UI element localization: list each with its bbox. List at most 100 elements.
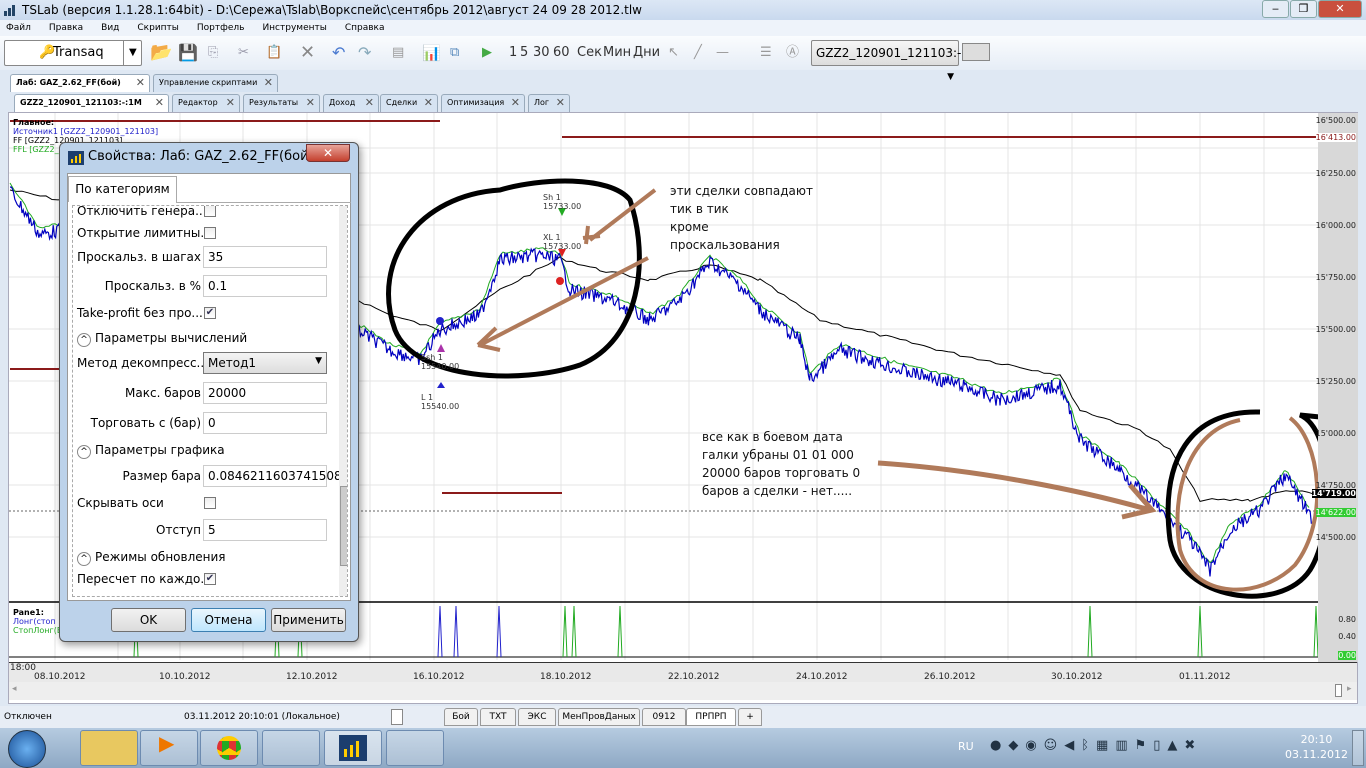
chrome-icon (217, 736, 241, 760)
property-checkbox[interactable] (204, 227, 216, 239)
taskbar: ▶ RU ●◆◉☺◀ᛒ▦▥⚑▯▲✖ 20:10 03.11.2012 (0, 728, 1366, 768)
scroll-right-icon[interactable]: ▸ (1347, 684, 1352, 694)
property-row[interactable]: Метод декомпресс... Метод1 ▼ (73, 350, 337, 378)
clock[interactable]: 20:10 03.11.2012 (1285, 732, 1348, 762)
price-label: 16'000.00 (1315, 221, 1356, 230)
price-label: 16'500.00 (1315, 116, 1356, 125)
workspace-tab[interactable]: + (738, 708, 762, 726)
property-row[interactable]: Take-profit без про... ✔ (73, 300, 337, 328)
collapse-icon[interactable]: ^ (77, 333, 91, 347)
time-axis[interactable]: 18:00 08.10.2012 10.10.2012 12.10.2012 16.1… (9, 662, 1357, 682)
taskbar-media-player[interactable]: ▶ (140, 730, 198, 766)
taskbar-explorer[interactable] (80, 730, 138, 766)
property-checkbox[interactable] (204, 206, 216, 217)
property-input[interactable]: 0 (203, 412, 327, 434)
tab-by-category[interactable]: По категориям (68, 176, 177, 202)
collapse-icon[interactable]: ^ (77, 552, 91, 566)
price-marker-ffl: 14'622.00 (1315, 508, 1356, 517)
property-row[interactable]: Размер бара 0.0846211603741508 (73, 463, 342, 491)
trade-label-ssh: Ssh 1 15540.00 (421, 353, 459, 371)
annotation-note-1: эти сделки совпадают тик в тик кроме проска… (670, 182, 813, 254)
trade-name: L 1 (421, 393, 434, 402)
date-label: 10.10.2012 (159, 672, 211, 682)
property-row[interactable]: Проскальз. в шагах 35 (73, 244, 337, 272)
start-button[interactable] (8, 730, 46, 768)
price-label: 15'250.00 (1315, 377, 1356, 386)
short-arrow-icon (437, 344, 445, 352)
exit-marker (556, 277, 564, 285)
taskbar-tslab[interactable] (324, 730, 382, 766)
workspace-tab[interactable]: TXT (480, 708, 516, 726)
scroll-thumb[interactable] (1335, 684, 1342, 697)
note-line: эти сделки совпадают (670, 184, 813, 198)
property-row[interactable]: ^ Параметры графика (73, 437, 337, 465)
price-scale[interactable]: 16'500.00 16'413.00 16'250.00 16'000.00 … (1311, 113, 1358, 662)
workspace-tab[interactable]: ЭКС (518, 708, 556, 726)
dialog-close-button[interactable]: ✕ (306, 144, 350, 162)
trade-label-l: L 1 15540.00 (421, 393, 459, 411)
signal-spike (496, 605, 502, 658)
property-checkbox[interactable] (204, 497, 216, 509)
property-checkbox[interactable]: ✔ (204, 573, 216, 585)
taskbar-app[interactable] (262, 730, 320, 766)
property-input[interactable]: 0.0846211603741508 (203, 465, 342, 487)
date-label: 22.10.2012 (668, 672, 720, 682)
property-grid: Отключить генера... Открытие лимитны... Пр… (72, 205, 348, 597)
property-row[interactable]: Торговать с (бар) 0 (73, 410, 337, 438)
clock-time: 20:10 (1300, 733, 1333, 746)
price-label: 15'500.00 (1315, 325, 1356, 334)
apply-button[interactable]: Применить (271, 608, 346, 632)
trade-price: 15733.00 (543, 242, 582, 251)
property-row[interactable]: Пересчет по каждо... ✔ (73, 566, 337, 594)
property-checkbox[interactable]: ✔ (204, 307, 216, 319)
cancel-button[interactable]: Отмена (191, 608, 266, 632)
property-label: Отступ (156, 523, 201, 537)
ok-button[interactable]: OK (111, 608, 186, 632)
collapse-icon[interactable]: ^ (77, 445, 91, 459)
workspace-tab[interactable]: МенПровДаных (558, 708, 640, 726)
scroll-thumb[interactable] (340, 486, 347, 566)
horizontal-scrollbar[interactable]: ◂ ▸ (9, 682, 1357, 700)
hand-drawn-arrow (877, 460, 1157, 520)
scroll-left-icon[interactable]: ◂ (12, 684, 17, 694)
media-icon: ▶ (159, 731, 175, 755)
properties-dialog: Свойства: Лаб: GAZ_2.62_FF(бой) ✕ По кат… (59, 142, 359, 642)
property-label: Пересчет по каждо... (77, 572, 212, 586)
property-row[interactable]: Проскальз. в % 0.1 (73, 273, 337, 301)
date-label: 26.10.2012 (924, 672, 976, 682)
date-label: 16.10.2012 (413, 672, 465, 682)
property-select[interactable]: Метод1 ▼ (203, 352, 327, 374)
trade-price: 15733.00 (543, 202, 582, 211)
property-label: Take-profit без про... (77, 306, 203, 320)
show-desktop-button[interactable] (1352, 730, 1364, 766)
status-indicator (391, 709, 403, 725)
tslab-logo-icon (339, 735, 367, 761)
workspace-tab[interactable]: 0912 (642, 708, 686, 726)
workspace-tab[interactable]: ПРПРП (686, 708, 736, 726)
property-input[interactable]: 35 (203, 246, 327, 268)
category-label: Режимы обновления (95, 550, 226, 564)
property-row[interactable]: ^ Параметры вычислений (73, 325, 337, 353)
taskbar-paint[interactable] (386, 730, 444, 766)
main-pane-label: Главное: (13, 118, 55, 127)
language-indicator[interactable]: RU (958, 740, 974, 753)
taskbar-chrome[interactable] (200, 730, 258, 766)
tray-icons[interactable]: ●◆◉☺◀ᛒ▦▥⚑▯▲✖ (990, 738, 1202, 753)
property-row[interactable]: Отступ 5 (73, 517, 337, 545)
category-header[interactable]: ^ Параметры вычислений (77, 331, 247, 347)
property-row[interactable]: Скрывать оси (73, 490, 337, 518)
property-grid-scrollbar[interactable] (339, 206, 347, 596)
hand-drawn-circle (1175, 416, 1320, 592)
category-header[interactable]: ^ Параметры графика (77, 443, 225, 459)
property-input[interactable]: 0.1 (203, 275, 327, 297)
price-marker-level: 16'413.00 (1315, 133, 1356, 142)
time-label: 18:00 (10, 663, 36, 673)
property-input[interactable]: 5 (203, 519, 327, 541)
property-input[interactable]: 20000 (203, 382, 327, 404)
annotation-note-2: все как в боевом дата галки убраны 01 01 … (702, 428, 860, 500)
category-header[interactable]: ^ Режимы обновления (77, 550, 226, 566)
workspace-tab[interactable]: Бой (444, 708, 478, 726)
date-label: 24.10.2012 (796, 672, 848, 682)
trade-name: XL 1 (543, 233, 561, 242)
property-row[interactable]: Макс. баров 20000 (73, 380, 337, 408)
